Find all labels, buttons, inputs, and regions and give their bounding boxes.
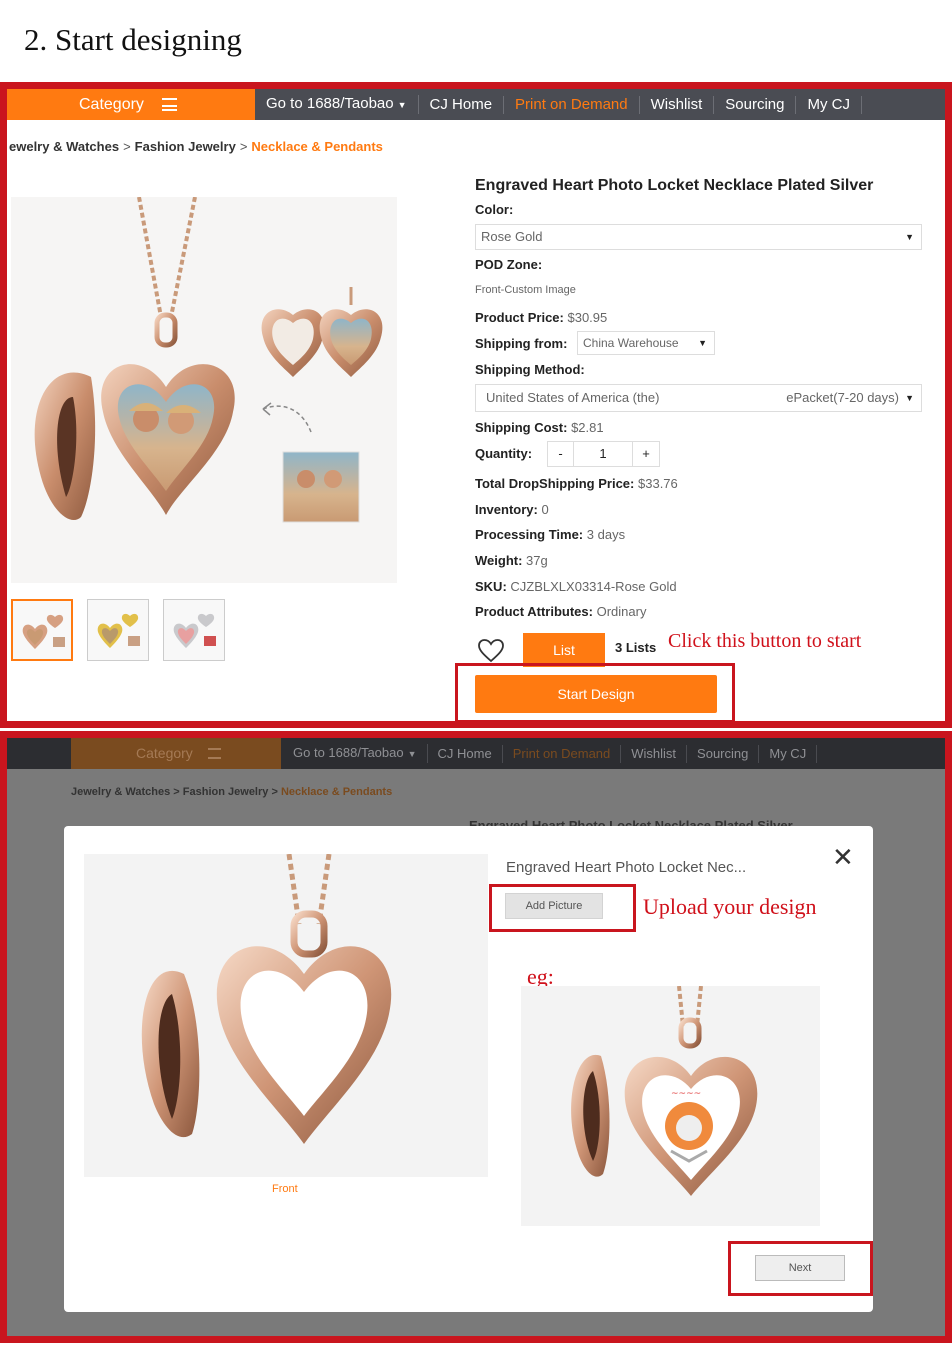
ship-from-select[interactable]: China Warehouse ▼ xyxy=(577,331,715,355)
nav-item-1688-dimmed: Go to 1688/Taobao ▼ xyxy=(283,744,428,763)
svg-text:~~~~: ~~~~ xyxy=(671,1089,701,1099)
processing-value: 3 days xyxy=(586,527,626,542)
product-title: Engraved Heart Photo Locket Necklace Pla… xyxy=(475,177,874,194)
nav-item-sourcing-dimmed: Sourcing xyxy=(687,744,760,763)
ship-cost-label: Shipping Cost: xyxy=(475,420,568,435)
color-label: Color: xyxy=(475,202,514,217)
qty-input[interactable]: 1 xyxy=(574,441,632,467)
nav-item-print-on-demand[interactable]: Print on Demand xyxy=(504,95,640,114)
ship-method-label: Shipping Method: xyxy=(475,362,585,377)
price-label: Product Price: xyxy=(475,310,564,325)
ship-cost-value: $2.81 xyxy=(571,420,604,435)
attributes-label: Product Attributes: xyxy=(475,604,593,619)
upload-callout: Upload your design xyxy=(643,894,817,919)
nav-item-wishlist-dimmed: Wishlist xyxy=(621,744,688,763)
front-label: Front xyxy=(272,1183,298,1195)
weight-label: Weight: xyxy=(475,553,523,568)
nav-item-my-cj-dimmed: My CJ xyxy=(759,744,818,763)
product-page-panel: Category Go to 1688/Taobao ▼ CJ Home Prin… xyxy=(0,82,952,728)
quantity-label: Quantity: xyxy=(475,446,533,461)
thumbnail-strip xyxy=(11,599,225,661)
category-button-dimmed: Category xyxy=(71,738,281,769)
breadcrumb-fashion-jewelry[interactable]: Fashion Jewelry xyxy=(135,139,236,154)
quantity-stepper: - 1 + xyxy=(547,441,660,467)
ship-method-select[interactable]: United States of America (the) ePacket(7… xyxy=(475,384,922,412)
inventory-value: 0 xyxy=(541,502,549,517)
thumbnail-silver[interactable] xyxy=(163,599,225,661)
nav-item-pod-dimmed: Print on Demand xyxy=(503,744,622,763)
close-icon[interactable]: ✕ xyxy=(832,842,854,873)
design-modal-panel: Category Go to 1688/Taobao ▼ CJ Home Prin… xyxy=(0,731,952,1343)
price-value: $30.95 xyxy=(567,310,608,325)
page-heading: 2. Start designing xyxy=(24,22,242,57)
breadcrumb-dimmed: Jewelry & Watches > Fashion Jewelry > Ne… xyxy=(71,786,393,798)
chevron-down-icon: ▼ xyxy=(698,338,707,348)
category-button[interactable]: Category xyxy=(7,89,255,120)
weight-value: 37g xyxy=(526,553,548,568)
nav-items: Go to 1688/Taobao ▼ CJ Home Print on Dema… xyxy=(255,89,862,120)
click-callout: Click this button to start xyxy=(668,630,862,652)
pod-zone-value: Front-Custom Image xyxy=(475,284,576,296)
category-label: Category xyxy=(79,96,144,113)
breadcrumb-jewelry[interactable]: ewelry & Watches xyxy=(9,139,119,154)
next-button[interactable]: Next xyxy=(755,1255,845,1281)
start-design-button[interactable]: Start Design xyxy=(475,675,717,713)
inventory-label: Inventory: xyxy=(475,502,538,517)
nav-item-sourcing[interactable]: Sourcing xyxy=(714,95,797,114)
attributes-value: Ordinary xyxy=(596,604,647,619)
sku-label: SKU: xyxy=(475,579,507,594)
example-image: ~~~~ xyxy=(521,985,820,1226)
nav-item-my-cj[interactable]: My CJ xyxy=(796,95,862,114)
total-label: Total DropShipping Price: xyxy=(475,476,635,491)
add-picture-button[interactable]: Add Picture xyxy=(505,893,603,919)
list-button[interactable]: List xyxy=(523,633,605,667)
breadcrumb-current[interactable]: Necklace & Pendants xyxy=(251,139,383,154)
chevron-down-icon: ▼ xyxy=(905,232,914,242)
processing-label: Processing Time: xyxy=(475,527,584,542)
color-select[interactable]: Rose Gold ▼ xyxy=(475,224,922,250)
thumbnail-rose-gold[interactable] xyxy=(11,599,73,661)
chevron-down-icon: ▼ xyxy=(905,393,914,403)
modal-title: Engraved Heart Photo Locket Nec... xyxy=(506,859,747,876)
nav-item-1688[interactable]: Go to 1688/Taobao ▼ xyxy=(255,95,419,114)
nav-item-wishlist[interactable]: Wishlist xyxy=(640,95,715,114)
chevron-down-icon: ▼ xyxy=(397,100,407,110)
pod-zone-label: POD Zone: xyxy=(475,257,543,272)
sku-value: CJZBLXLX03314-Rose Gold xyxy=(510,579,677,594)
thumbnail-gold[interactable] xyxy=(87,599,149,661)
qty-minus-button[interactable]: - xyxy=(547,441,574,467)
total-value: $33.76 xyxy=(638,476,678,491)
nav-item-cj-home-dimmed: CJ Home xyxy=(428,744,503,763)
top-nav-dimmed: Category Go to 1688/Taobao ▼ CJ Home Prin… xyxy=(7,738,945,769)
qty-plus-button[interactable]: + xyxy=(632,441,660,467)
chevron-down-icon: ▼ xyxy=(407,749,417,759)
hamburger-icon xyxy=(208,748,221,759)
product-main-image xyxy=(11,196,397,583)
design-modal: Front Engraved Heart Photo Locket Nec...… xyxy=(64,826,873,1312)
design-preview xyxy=(84,853,488,1177)
top-nav: Category Go to 1688/Taobao ▼ CJ Home Prin… xyxy=(7,89,945,120)
ship-from-label: Shipping from: xyxy=(475,336,568,351)
heart-icon[interactable] xyxy=(477,637,505,665)
lists-count: 3 Lists xyxy=(615,640,657,655)
nav-item-cj-home[interactable]: CJ Home xyxy=(419,95,505,114)
nav-items-dimmed: Go to 1688/Taobao ▼ CJ Home Print on Dema… xyxy=(283,738,818,769)
hamburger-icon xyxy=(162,98,177,111)
breadcrumb: ewelry & Watches > Fashion Jewelry > Necklac… xyxy=(9,139,383,154)
